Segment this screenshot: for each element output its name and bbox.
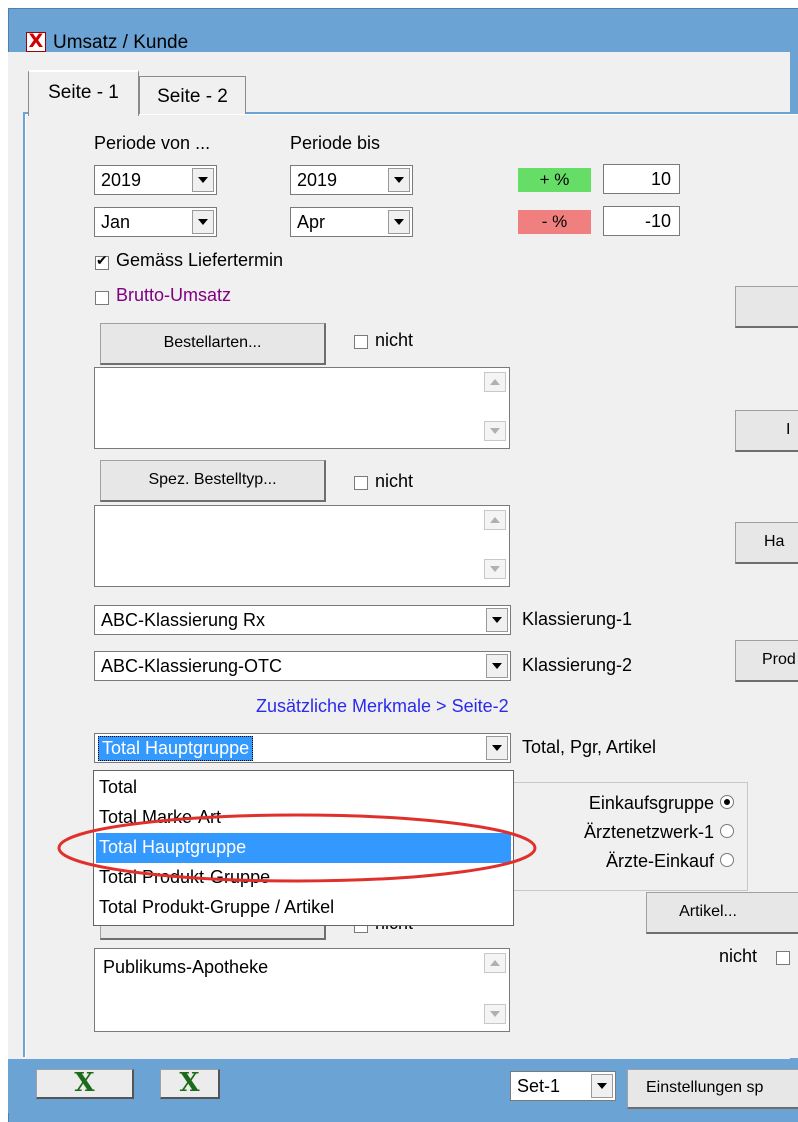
artikel-button[interactable]: Artikel...: [646, 892, 798, 934]
highlight-annotation: [57, 813, 537, 883]
radio-einkaufsgruppe[interactable]: [720, 795, 734, 809]
scroll-down-icon[interactable]: [484, 559, 506, 579]
chevron-down-icon[interactable]: [591, 1074, 613, 1098]
radio-aerztenetzwerk[interactable]: [720, 824, 734, 838]
radio-aerztenetzwerk-label: Ärztenetzwerk-1: [583, 822, 714, 842]
set-select[interactable]: Set-1: [510, 1071, 616, 1101]
chevron-down-icon[interactable]: [192, 168, 214, 192]
minus-percent-label: - %: [518, 210, 591, 234]
chevron-down-icon[interactable]: [388, 210, 410, 234]
close-x-icon[interactable]: X: [26, 30, 46, 52]
artikel-nicht-label: nicht: [719, 946, 758, 966]
scroll-down-icon[interactable]: [484, 421, 506, 441]
list-item[interactable]: Publikums-Apotheke: [103, 957, 268, 978]
chevron-down-icon[interactable]: [486, 654, 508, 678]
bestellarten-nicht-checkbox[interactable]: [354, 335, 368, 349]
klassierung-2-label: Klassierung-2: [522, 655, 633, 675]
spez-list[interactable]: [94, 505, 510, 587]
spez-bestelltyp-button[interactable]: Spez. Bestelltyp...: [100, 460, 326, 502]
periode-von-year-select[interactable]: 2019: [94, 165, 217, 195]
chevron-down-icon[interactable]: [192, 210, 214, 234]
excel-x-icon: X: [74, 1068, 95, 1098]
right-button-1[interactable]: [735, 286, 798, 328]
spez-nicht-label: nicht: [375, 471, 414, 491]
brutto-checkbox[interactable]: [95, 291, 109, 305]
bestellarten-button[interactable]: Bestellarten...: [100, 323, 326, 365]
tab-seite-2[interactable]: Seite - 2: [139, 76, 246, 114]
klassierung-1-select[interactable]: ABC-Klassierung Rx: [94, 605, 511, 635]
radio-einkaufsgruppe-label: Einkaufsgruppe: [588, 793, 714, 813]
einstellungen-speichern-button[interactable]: Einstellungen sp: [627, 1069, 798, 1109]
brutto-label: Brutto-Umsatz: [116, 285, 232, 305]
chevron-down-icon[interactable]: [388, 168, 410, 192]
right-button-3[interactable]: Ha: [735, 522, 798, 564]
dropdown-option-produkt-gruppe-artikel[interactable]: Total Produkt-Gruppe / Artikel: [96, 893, 511, 923]
right-button-4[interactable]: Prod: [735, 640, 798, 682]
periode-bis-year-select[interactable]: 2019: [290, 165, 413, 195]
total-select-label: Total, Pgr, Artikel: [522, 737, 657, 757]
scroll-down-icon[interactable]: [484, 1004, 506, 1024]
scroll-up-icon[interactable]: [484, 372, 506, 392]
klassierung-1-label: Klassierung-1: [522, 609, 633, 629]
excel-export-button-2[interactable]: X: [160, 1068, 220, 1099]
chevron-down-icon[interactable]: [486, 736, 508, 760]
klassierung-2-select[interactable]: ABC-Klassierung-OTC: [94, 651, 511, 681]
zusaetzliche-merkmale-link[interactable]: Zusätzliche Merkmale > Seite-2: [256, 696, 509, 717]
liefertermin-label: Gemäss Liefertermin: [116, 250, 284, 270]
excel-export-button-1[interactable]: X: [36, 1068, 134, 1099]
total-select[interactable]: Total Hauptgruppe: [94, 733, 511, 763]
liefertermin-checkbox[interactable]: [95, 253, 109, 270]
chevron-down-icon[interactable]: [486, 608, 508, 632]
bestellarten-list[interactable]: [94, 367, 510, 449]
plus-percent-field[interactable]: 10: [603, 164, 680, 194]
radio-aerzte-einkauf-label: Ärzte-Einkauf: [605, 851, 714, 871]
window-title: Umsatz / Kunde: [53, 32, 189, 53]
plus-percent-label: + %: [518, 168, 591, 192]
highlight-ellipse: [57, 813, 537, 883]
kundengruppen-list[interactable]: Publikums-Apotheke: [94, 948, 510, 1032]
periode-von-month-select[interactable]: Jan: [94, 207, 217, 237]
tab-seite-1[interactable]: Seite - 1: [28, 70, 139, 116]
spez-nicht-checkbox[interactable]: [354, 476, 368, 490]
bestellarten-nicht-label: nicht: [375, 330, 414, 350]
scroll-up-icon[interactable]: [484, 510, 506, 530]
dropdown-option-total[interactable]: Total: [96, 773, 511, 803]
radio-aerzte-einkauf[interactable]: [720, 853, 734, 867]
scroll-up-icon[interactable]: [484, 953, 506, 973]
periode-von-label: Periode von ...: [94, 133, 211, 153]
excel-x-icon: X: [179, 1068, 200, 1098]
artikel-nicht-checkbox[interactable]: [776, 951, 790, 965]
right-button-2[interactable]: I: [735, 410, 798, 452]
periode-bis-label: Periode bis: [290, 133, 381, 153]
minus-percent-field[interactable]: -10: [603, 206, 680, 236]
periode-bis-month-select[interactable]: Apr: [290, 207, 413, 237]
